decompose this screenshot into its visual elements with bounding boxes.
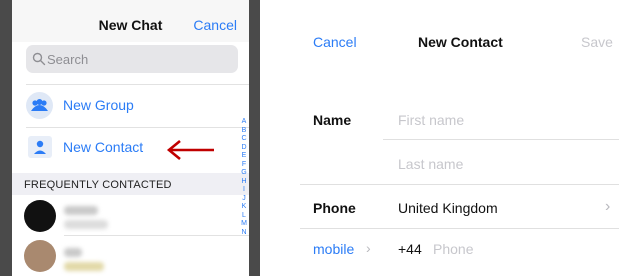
divider [300, 184, 619, 185]
index-letter[interactable]: A [238, 118, 249, 127]
country-selector[interactable]: United Kingdom [398, 200, 498, 216]
avatar [24, 240, 56, 272]
avatar [24, 200, 56, 232]
phone-label: Phone [313, 200, 356, 216]
contact-row[interactable] [12, 236, 249, 276]
index-letter[interactable]: C [238, 135, 249, 144]
last-name-field[interactable]: Last name [398, 156, 463, 172]
index-letter[interactable]: I [238, 186, 249, 195]
search-icon [32, 52, 46, 66]
index-letter[interactable]: D [238, 144, 249, 153]
first-name-field[interactable]: First name [398, 112, 464, 128]
divider [300, 228, 619, 229]
divider [383, 139, 619, 140]
new-contact-cancel-button[interactable]: Cancel [313, 34, 357, 50]
search-input[interactable]: Search [26, 45, 238, 73]
new-chat-cancel-button[interactable]: Cancel [193, 17, 237, 33]
chevron-right-icon: › [605, 198, 611, 215]
index-letter[interactable]: L [238, 212, 249, 221]
new-contact-panel: Cancel New Contact Save Name First name … [260, 0, 619, 276]
redacted-name [64, 248, 82, 257]
search-placeholder: Search [47, 52, 89, 67]
divider [26, 84, 249, 85]
save-button[interactable]: Save [581, 34, 613, 50]
annotation-arrow-icon [166, 139, 214, 161]
index-letter[interactable]: N [238, 229, 249, 238]
index-letter[interactable]: B [238, 127, 249, 136]
index-letter[interactable]: K [238, 203, 249, 212]
group-icon [26, 92, 53, 119]
alphabet-index[interactable]: ABCDEFGHIJKLMN [238, 118, 249, 237]
contact-row[interactable] [12, 196, 249, 236]
country-code: +44 [398, 241, 422, 257]
redacted-detail [64, 220, 108, 229]
phone-field[interactable]: Phone [433, 241, 473, 257]
new-group-row[interactable]: New Group [12, 86, 249, 126]
index-letter[interactable]: E [238, 152, 249, 161]
new-chat-panel: New Chat Cancel Search New Group New Con… [12, 0, 249, 276]
index-letter[interactable]: G [238, 169, 249, 178]
index-letter[interactable]: H [238, 178, 249, 187]
redacted-name [64, 206, 98, 215]
section-title: FREQUENTLY CONTACTED [24, 179, 172, 191]
contact-card-icon [28, 136, 52, 158]
new-group-label: New Group [63, 97, 134, 113]
index-letter[interactable]: J [238, 195, 249, 204]
redacted-detail [64, 262, 104, 271]
name-label: Name [313, 112, 352, 128]
phone-type-selector[interactable]: mobile [313, 241, 354, 257]
chevron-right-icon: › [366, 240, 371, 256]
new-contact-title: New Contact [418, 34, 503, 50]
index-letter[interactable]: M [238, 220, 249, 229]
new-contact-label: New Contact [63, 139, 144, 155]
frequently-contacted-header: FREQUENTLY CONTACTED [12, 173, 249, 195]
new-chat-header: New Chat Cancel [12, 0, 249, 42]
index-letter[interactable]: F [238, 161, 249, 170]
